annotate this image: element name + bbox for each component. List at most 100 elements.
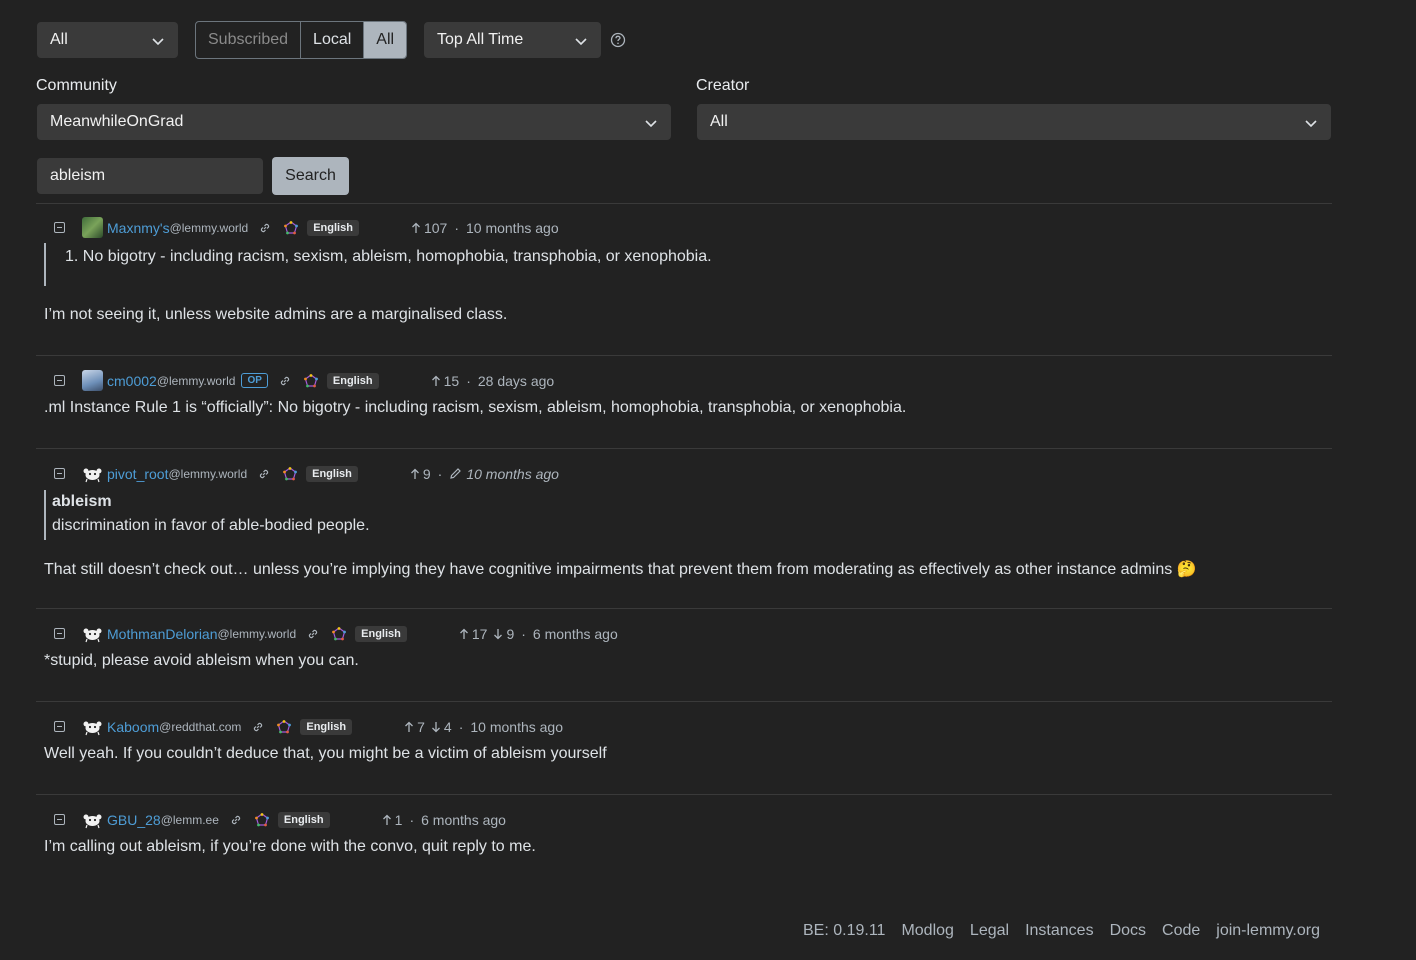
- comment-body: *stupid, please avoid ableism when you c…: [44, 652, 359, 669]
- fediverse-icon[interactable]: [283, 466, 298, 481]
- link-icon[interactable]: [258, 221, 272, 235]
- avatar: [83, 628, 102, 643]
- separator: ·: [521, 625, 526, 642]
- link-icon[interactable]: [251, 720, 265, 734]
- divider: [36, 608, 1332, 609]
- link-icon[interactable]: [278, 374, 292, 388]
- timestamp: 10 months ago: [465, 219, 559, 236]
- upvote-count[interactable]: 9: [410, 466, 431, 482]
- divider: [36, 701, 1332, 702]
- language-badge: English: [277, 811, 330, 828]
- fediverse-icon[interactable]: [304, 373, 318, 388]
- user-instance: @reddthat.com: [159, 719, 242, 734]
- separator: ·: [409, 811, 415, 828]
- upvote-count[interactable]: 1: [382, 812, 402, 828]
- username-link[interactable]: Kaboom: [107, 719, 159, 735]
- upvote-count[interactable]: 107: [411, 220, 447, 236]
- community-select[interactable]: MeanwhileOnGrad: [37, 104, 671, 140]
- avatar: [82, 370, 103, 391]
- chevron-down-icon: [152, 38, 164, 46]
- username-link[interactable]: pivot_root: [107, 466, 168, 482]
- collapse-icon[interactable]: [54, 628, 65, 639]
- comment-body: I’m calling out ableism, if you’re done …: [44, 838, 536, 855]
- type-select[interactable]: All: [37, 22, 178, 58]
- username-link[interactable]: Maxnmy's: [107, 220, 170, 236]
- pencil-icon: [450, 468, 462, 479]
- arrow-up-icon: [382, 814, 391, 825]
- avatar: [83, 721, 102, 736]
- listing-local[interactable]: Local: [301, 22, 365, 58]
- search-input[interactable]: [37, 158, 263, 194]
- username-link[interactable]: MothmanDelorian: [107, 626, 218, 642]
- user-instance: @lemmy.world: [169, 220, 249, 235]
- username-link[interactable]: GBU_28: [107, 812, 161, 828]
- listing-all[interactable]: All: [364, 22, 407, 58]
- language-badge: English: [306, 465, 358, 482]
- separator: ·: [454, 219, 459, 236]
- footer-link-join-lemmy[interactable]: join-lemmy.org: [1216, 922, 1320, 940]
- link-icon[interactable]: [229, 813, 243, 827]
- sort-select[interactable]: Top All Time: [424, 22, 601, 58]
- sort-select-value: Top All Time: [437, 31, 524, 48]
- arrow-up-icon: [410, 468, 419, 479]
- link-icon[interactable]: [306, 627, 320, 641]
- separator: ·: [466, 372, 471, 389]
- footer-version: BE: 0.19.11: [803, 922, 886, 939]
- search-button[interactable]: Search: [272, 157, 349, 195]
- fediverse-icon[interactable]: [255, 812, 269, 827]
- fediverse-icon[interactable]: [332, 626, 347, 641]
- footer-link-docs[interactable]: Docs: [1110, 922, 1146, 940]
- downvote-count[interactable]: 9: [493, 626, 514, 642]
- arrow-up-icon: [431, 375, 440, 386]
- language-badge: English: [307, 219, 359, 236]
- username-link[interactable]: cm0002: [107, 373, 157, 389]
- help-icon[interactable]: [610, 32, 626, 48]
- blockquote: 1. No bigotry - including racism, sexism…: [44, 243, 712, 286]
- quote-title: ableism: [52, 493, 112, 510]
- link-icon[interactable]: [257, 467, 271, 481]
- quote-text: No bigotry - including racism, sexism, a…: [82, 248, 712, 265]
- footer-link-modlog[interactable]: Modlog: [901, 922, 953, 940]
- upvote-count[interactable]: 7: [404, 719, 425, 735]
- timestamp: 10 months ago: [466, 465, 559, 482]
- footer-link-legal[interactable]: Legal: [970, 922, 1009, 940]
- collapse-icon[interactable]: [54, 721, 65, 732]
- listing-type-toggle[interactable]: Subscribed Local All: [195, 21, 408, 59]
- creator-select-value: All: [710, 113, 728, 130]
- chevron-down-icon: [1305, 120, 1317, 128]
- timestamp: 28 days ago: [477, 372, 555, 389]
- collapse-icon[interactable]: [54, 222, 65, 233]
- collapse-icon[interactable]: [54, 468, 65, 479]
- footer: BE: 0.19.11 Modlog Legal Instances Docs …: [803, 922, 1320, 940]
- collapse-icon[interactable]: [54, 375, 65, 386]
- op-badge: OP: [241, 373, 268, 388]
- upvote-count[interactable]: 17: [459, 626, 487, 642]
- fediverse-icon[interactable]: [284, 220, 299, 235]
- avatar: [83, 814, 102, 829]
- footer-link-code[interactable]: Code: [1162, 922, 1200, 940]
- comment-body: I’m not seeing it, unless website admins…: [44, 306, 508, 323]
- quote-text: discrimination in favor of able-bodied p…: [52, 517, 370, 534]
- arrow-up-icon: [405, 721, 414, 732]
- list-number: 1.: [65, 248, 79, 265]
- arrow-up-icon: [411, 222, 420, 233]
- user-instance: @lemmy.world: [156, 373, 236, 388]
- timestamp: 10 months ago: [470, 718, 563, 735]
- arrow-down-icon: [431, 721, 440, 732]
- arrow-down-icon: [494, 628, 503, 639]
- creator-select[interactable]: All: [697, 104, 1331, 140]
- fediverse-icon[interactable]: [277, 719, 292, 734]
- collapse-icon[interactable]: [54, 814, 65, 825]
- community-label: Community: [36, 77, 117, 94]
- comment-body: Well yeah. If you couldn’t deduce that, …: [44, 745, 607, 762]
- listing-subscribed[interactable]: Subscribed: [196, 22, 302, 58]
- arrow-up-icon: [459, 628, 468, 639]
- comment-body: That still doesn’t check out… unless you…: [44, 561, 1197, 578]
- language-badge: English: [326, 372, 379, 389]
- upvote-count[interactable]: 15: [431, 373, 459, 389]
- creator-label: Creator: [696, 77, 750, 94]
- avatar: [83, 468, 102, 483]
- downvote-count[interactable]: 4: [431, 719, 452, 735]
- footer-link-instances[interactable]: Instances: [1025, 922, 1093, 940]
- language-badge: English: [300, 718, 353, 735]
